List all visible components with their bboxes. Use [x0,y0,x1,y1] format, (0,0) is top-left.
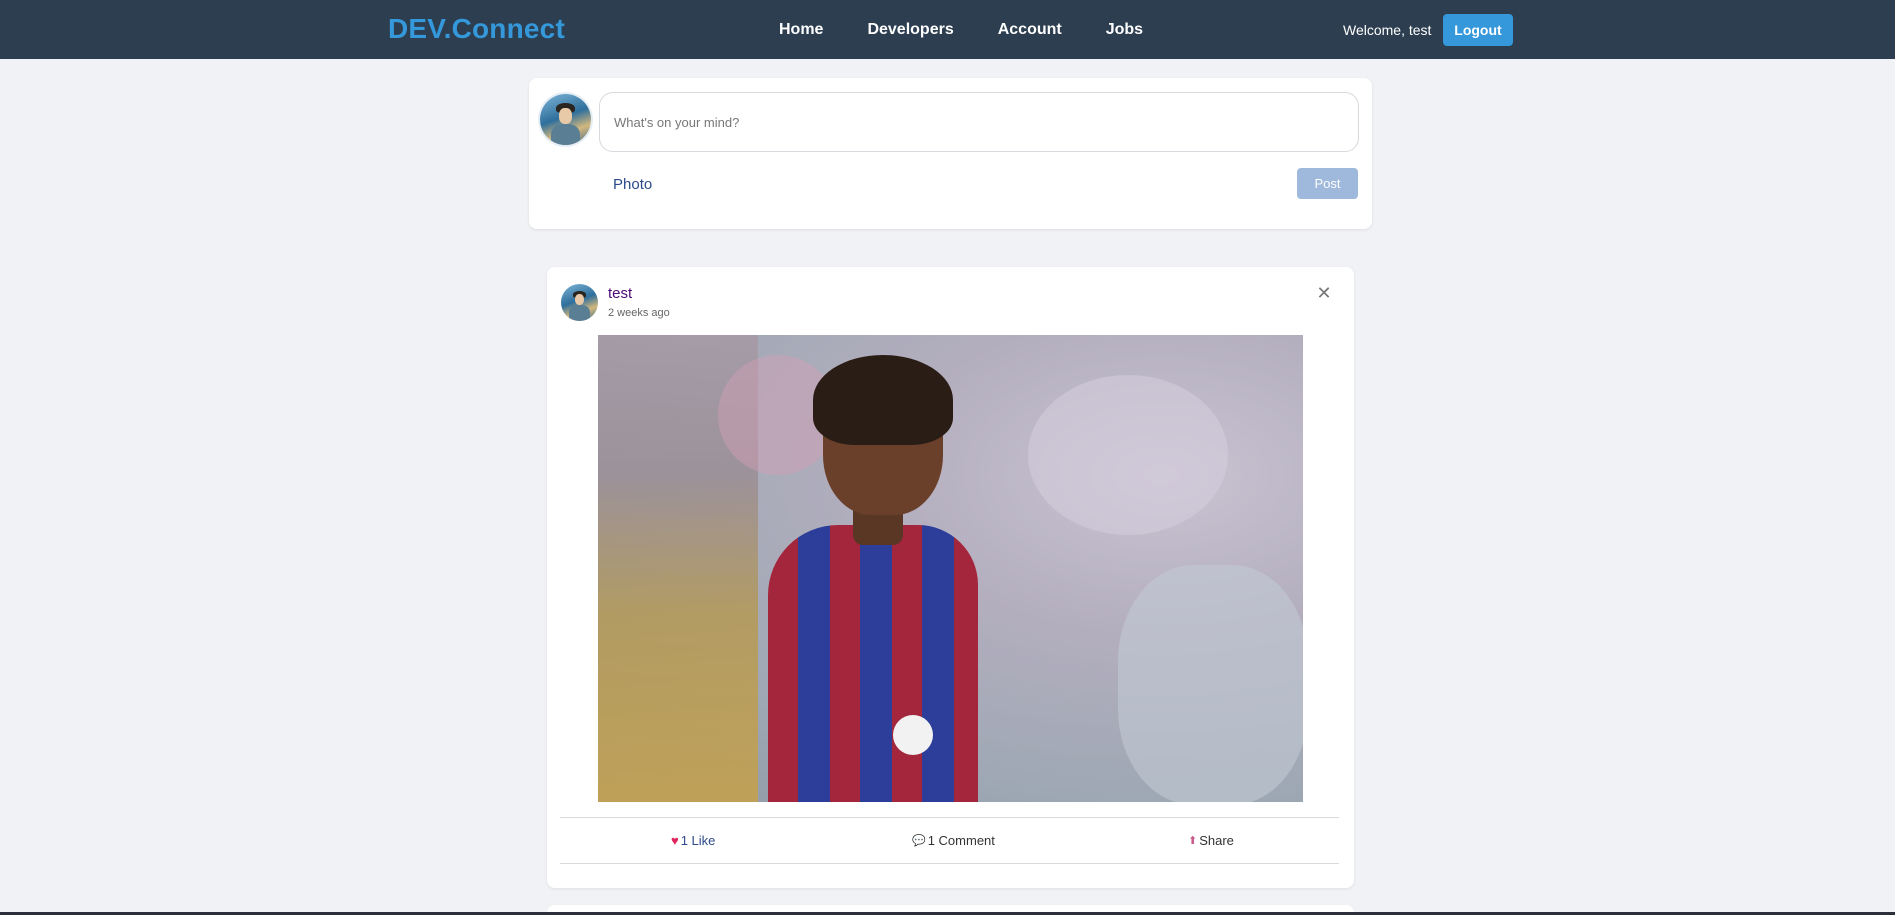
share-icon: ⬆ [1188,835,1198,847]
user-avatar[interactable] [540,94,591,145]
like-button[interactable]: ♥ 1 Like [671,833,715,848]
author-avatar[interactable] [561,284,598,321]
photo-button[interactable]: Photo [613,176,652,193]
comment-icon: 💬 [912,835,926,847]
comment-count: 1 Comment [927,833,995,848]
post-card: test 2 weeks ago ✕ ♥ 1 Like 💬 1 Comment … [547,267,1354,888]
close-icon[interactable]: ✕ [1314,283,1334,303]
post-timestamp: 2 weeks ago [608,307,670,319]
post-input[interactable] [599,92,1359,152]
nav-account[interactable]: Account [998,21,1062,39]
share-button[interactable]: ⬆ Share [1188,833,1234,848]
brand-logo[interactable]: DEV.Connect [388,13,565,45]
create-post-card: Photo Post [529,78,1372,229]
nav-jobs[interactable]: Jobs [1106,21,1143,39]
heart-icon: ♥ [671,833,679,848]
top-navbar: DEV.Connect Home Developers Account Jobs… [0,0,1895,59]
welcome-text: Welcome, test [1343,22,1432,38]
post-image[interactable] [598,335,1303,802]
nav-home[interactable]: Home [779,21,823,39]
nav-links: Home Developers Account Jobs [779,21,1187,39]
nav-developers[interactable]: Developers [867,21,953,39]
share-label: Share [1199,833,1234,848]
post-button[interactable]: Post [1297,168,1358,199]
logout-button[interactable]: Logout [1443,14,1513,46]
comment-button[interactable]: 💬 1 Comment [912,833,995,848]
post-author[interactable]: test [608,285,632,302]
post-actions: ♥ 1 Like 💬 1 Comment ⬆ Share [560,817,1339,864]
like-count: 1 Like [680,833,716,848]
